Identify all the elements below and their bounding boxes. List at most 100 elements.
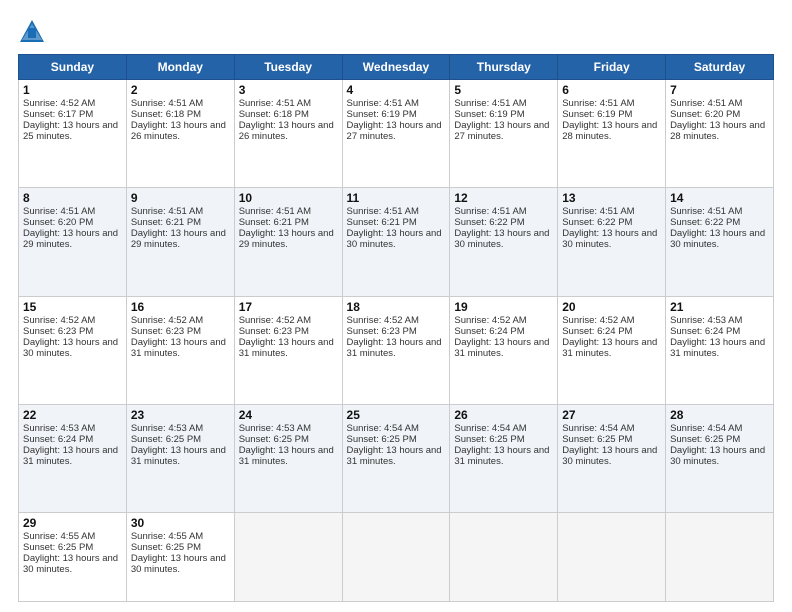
daylight-text: Daylight: 13 hours and 31 minutes.: [562, 337, 657, 359]
calendar-cell: 10Sunrise: 4:51 AMSunset: 6:21 PMDayligh…: [234, 188, 342, 296]
calendar-cell: 17Sunrise: 4:52 AMSunset: 6:23 PMDayligh…: [234, 296, 342, 404]
daylight-text: Daylight: 13 hours and 31 minutes.: [347, 337, 442, 359]
daylight-text: Daylight: 13 hours and 26 minutes.: [239, 120, 334, 142]
sunrise-text: Sunrise: 4:51 AM: [670, 206, 742, 217]
sunset-text: Sunset: 6:19 PM: [454, 109, 524, 120]
sunset-text: Sunset: 6:25 PM: [562, 434, 632, 445]
sunset-text: Sunset: 6:22 PM: [670, 217, 740, 228]
daylight-text: Daylight: 13 hours and 31 minutes.: [131, 445, 226, 467]
daylight-text: Daylight: 13 hours and 27 minutes.: [454, 120, 549, 142]
daylight-text: Daylight: 13 hours and 28 minutes.: [562, 120, 657, 142]
calendar-cell: 19Sunrise: 4:52 AMSunset: 6:24 PMDayligh…: [450, 296, 558, 404]
sunrise-text: Sunrise: 4:51 AM: [239, 98, 311, 109]
sunrise-text: Sunrise: 4:54 AM: [562, 423, 634, 434]
calendar-cell: 18Sunrise: 4:52 AMSunset: 6:23 PMDayligh…: [342, 296, 450, 404]
sunset-text: Sunset: 6:25 PM: [239, 434, 309, 445]
daylight-text: Daylight: 13 hours and 30 minutes.: [23, 337, 118, 359]
daylight-text: Daylight: 13 hours and 30 minutes.: [562, 228, 657, 250]
calendar-cell: 20Sunrise: 4:52 AMSunset: 6:24 PMDayligh…: [558, 296, 666, 404]
daylight-text: Daylight: 13 hours and 30 minutes.: [454, 228, 549, 250]
sunset-text: Sunset: 6:23 PM: [131, 326, 201, 337]
sunset-text: Sunset: 6:19 PM: [562, 109, 632, 120]
sunrise-text: Sunrise: 4:54 AM: [454, 423, 526, 434]
calendar-week-row: 22Sunrise: 4:53 AMSunset: 6:24 PMDayligh…: [19, 404, 774, 512]
calendar-cell: 21Sunrise: 4:53 AMSunset: 6:24 PMDayligh…: [666, 296, 774, 404]
day-number: 21: [670, 300, 769, 314]
sunset-text: Sunset: 6:24 PM: [454, 326, 524, 337]
calendar-cell: 3Sunrise: 4:51 AMSunset: 6:18 PMDaylight…: [234, 80, 342, 188]
daylight-text: Daylight: 13 hours and 26 minutes.: [131, 120, 226, 142]
day-number: 1: [23, 83, 122, 97]
sunset-text: Sunset: 6:24 PM: [562, 326, 632, 337]
sunset-text: Sunset: 6:25 PM: [131, 434, 201, 445]
sunrise-text: Sunrise: 4:54 AM: [347, 423, 419, 434]
day-header-monday: Monday: [126, 55, 234, 80]
day-number: 20: [562, 300, 661, 314]
sunrise-text: Sunrise: 4:51 AM: [131, 206, 203, 217]
day-number: 30: [131, 516, 230, 530]
sunrise-text: Sunrise: 4:55 AM: [131, 531, 203, 542]
day-number: 5: [454, 83, 553, 97]
day-number: 17: [239, 300, 338, 314]
calendar-cell: [558, 513, 666, 602]
calendar-week-row: 29Sunrise: 4:55 AMSunset: 6:25 PMDayligh…: [19, 513, 774, 602]
sunrise-text: Sunrise: 4:51 AM: [131, 98, 203, 109]
sunset-text: Sunset: 6:18 PM: [131, 109, 201, 120]
day-number: 22: [23, 408, 122, 422]
day-number: 11: [347, 191, 446, 205]
calendar-cell: 26Sunrise: 4:54 AMSunset: 6:25 PMDayligh…: [450, 404, 558, 512]
daylight-text: Daylight: 13 hours and 27 minutes.: [347, 120, 442, 142]
sunset-text: Sunset: 6:22 PM: [562, 217, 632, 228]
day-number: 26: [454, 408, 553, 422]
calendar-cell: 11Sunrise: 4:51 AMSunset: 6:21 PMDayligh…: [342, 188, 450, 296]
calendar-week-row: 15Sunrise: 4:52 AMSunset: 6:23 PMDayligh…: [19, 296, 774, 404]
day-number: 10: [239, 191, 338, 205]
calendar-cell: 25Sunrise: 4:54 AMSunset: 6:25 PMDayligh…: [342, 404, 450, 512]
day-number: 23: [131, 408, 230, 422]
day-header-tuesday: Tuesday: [234, 55, 342, 80]
calendar-cell: 8Sunrise: 4:51 AMSunset: 6:20 PMDaylight…: [19, 188, 127, 296]
calendar-cell: 13Sunrise: 4:51 AMSunset: 6:22 PMDayligh…: [558, 188, 666, 296]
calendar-cell: 7Sunrise: 4:51 AMSunset: 6:20 PMDaylight…: [666, 80, 774, 188]
day-header-friday: Friday: [558, 55, 666, 80]
sunset-text: Sunset: 6:25 PM: [454, 434, 524, 445]
daylight-text: Daylight: 13 hours and 31 minutes.: [239, 337, 334, 359]
sunset-text: Sunset: 6:20 PM: [670, 109, 740, 120]
calendar-table: SundayMondayTuesdayWednesdayThursdayFrid…: [18, 54, 774, 602]
day-number: 8: [23, 191, 122, 205]
sunrise-text: Sunrise: 4:52 AM: [131, 315, 203, 326]
calendar-cell: [234, 513, 342, 602]
daylight-text: Daylight: 13 hours and 31 minutes.: [670, 337, 765, 359]
sunset-text: Sunset: 6:21 PM: [131, 217, 201, 228]
calendar-week-row: 8Sunrise: 4:51 AMSunset: 6:20 PMDaylight…: [19, 188, 774, 296]
day-number: 7: [670, 83, 769, 97]
sunset-text: Sunset: 6:22 PM: [454, 217, 524, 228]
day-header-wednesday: Wednesday: [342, 55, 450, 80]
calendar-cell: 1Sunrise: 4:52 AMSunset: 6:17 PMDaylight…: [19, 80, 127, 188]
day-number: 12: [454, 191, 553, 205]
sunset-text: Sunset: 6:25 PM: [670, 434, 740, 445]
calendar-week-row: 1Sunrise: 4:52 AMSunset: 6:17 PMDaylight…: [19, 80, 774, 188]
sunrise-text: Sunrise: 4:51 AM: [454, 98, 526, 109]
day-number: 16: [131, 300, 230, 314]
sunrise-text: Sunrise: 4:52 AM: [562, 315, 634, 326]
calendar-cell: 5Sunrise: 4:51 AMSunset: 6:19 PMDaylight…: [450, 80, 558, 188]
calendar-cell: 6Sunrise: 4:51 AMSunset: 6:19 PMDaylight…: [558, 80, 666, 188]
sunrise-text: Sunrise: 4:52 AM: [23, 98, 95, 109]
sunrise-text: Sunrise: 4:52 AM: [347, 315, 419, 326]
daylight-text: Daylight: 13 hours and 30 minutes.: [347, 228, 442, 250]
day-number: 6: [562, 83, 661, 97]
calendar-cell: 15Sunrise: 4:52 AMSunset: 6:23 PMDayligh…: [19, 296, 127, 404]
day-number: 25: [347, 408, 446, 422]
calendar-cell: 14Sunrise: 4:51 AMSunset: 6:22 PMDayligh…: [666, 188, 774, 296]
sunset-text: Sunset: 6:24 PM: [670, 326, 740, 337]
daylight-text: Daylight: 13 hours and 29 minutes.: [23, 228, 118, 250]
daylight-text: Daylight: 13 hours and 31 minutes.: [347, 445, 442, 467]
calendar-cell: 16Sunrise: 4:52 AMSunset: 6:23 PMDayligh…: [126, 296, 234, 404]
day-header-saturday: Saturday: [666, 55, 774, 80]
day-number: 28: [670, 408, 769, 422]
calendar-cell: 9Sunrise: 4:51 AMSunset: 6:21 PMDaylight…: [126, 188, 234, 296]
sunset-text: Sunset: 6:21 PM: [239, 217, 309, 228]
daylight-text: Daylight: 13 hours and 30 minutes.: [670, 445, 765, 467]
calendar-cell: [342, 513, 450, 602]
